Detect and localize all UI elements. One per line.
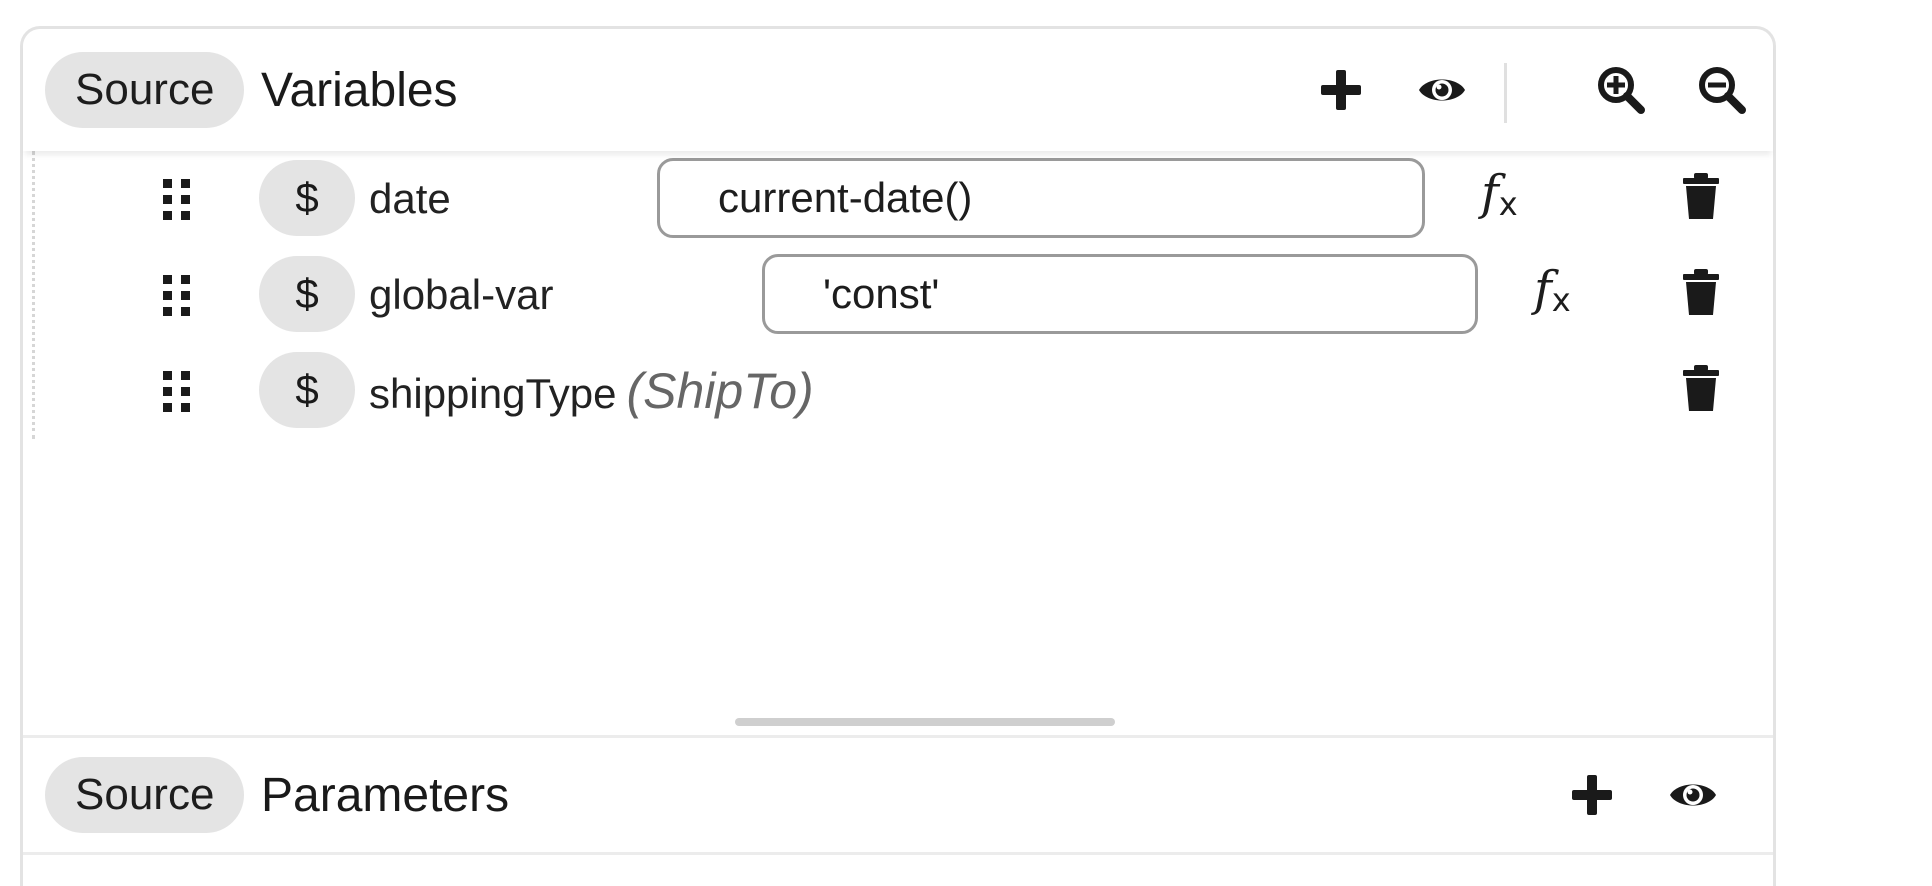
- variable-prefix-button[interactable]: $: [259, 256, 355, 332]
- variable-expression-input[interactable]: [762, 254, 1478, 334]
- plus-icon: [1321, 70, 1361, 110]
- variables-source-button[interactable]: Source: [45, 52, 245, 128]
- variable-type: (ShipTo): [626, 363, 814, 419]
- drag-handle-icon[interactable]: [157, 177, 197, 223]
- fx-icon-subscript: x: [1498, 185, 1518, 223]
- variable-name: global-var: [369, 271, 554, 318]
- function-button[interactable]: fx: [1481, 165, 1518, 223]
- variable-prefix-button[interactable]: $: [259, 160, 355, 236]
- function-button[interactable]: fx: [1534, 261, 1571, 319]
- variable-name: shippingType: [369, 370, 617, 417]
- variables-title: Variables: [261, 63, 458, 117]
- trash-icon[interactable]: [1681, 363, 1721, 413]
- parameters-source-button[interactable]: Source: [45, 757, 245, 833]
- variable-name-with-type: shippingType (ShipTo): [369, 365, 814, 420]
- zoom-out-button[interactable]: [1692, 60, 1752, 120]
- trash-icon[interactable]: [1681, 171, 1721, 221]
- add-variable-button[interactable]: [1311, 60, 1371, 120]
- parameters-header: Source Parameters: [23, 735, 1773, 855]
- parameters-title: Parameters: [261, 768, 510, 822]
- drag-handle-icon[interactable]: [157, 369, 197, 415]
- variable-expression-input[interactable]: [657, 158, 1425, 238]
- eye-icon: [1419, 79, 1465, 101]
- toggle-parameters-visibility-button[interactable]: [1663, 765, 1723, 825]
- variables-list: $ date fx $ global-var fx: [23, 151, 1773, 735]
- fx-icon: f: [1481, 165, 1499, 221]
- zoom-in-icon: [1598, 67, 1645, 114]
- fx-icon: f: [1534, 261, 1552, 317]
- eye-icon: [1670, 784, 1716, 806]
- plus-icon: [1572, 775, 1612, 815]
- header-divider: [1504, 63, 1507, 123]
- trash-icon[interactable]: [1681, 267, 1721, 317]
- variables-panel: Source Variables $ date current-date() f…: [20, 26, 1776, 886]
- variable-row-date: $ date fx: [23, 151, 1773, 247]
- variable-name: date: [369, 175, 451, 222]
- toggle-visibility-button[interactable]: [1412, 60, 1472, 120]
- zoom-in-button[interactable]: [1591, 60, 1651, 120]
- variable-row-shippingtype: $ shippingType (ShipTo): [23, 343, 1773, 439]
- variables-header: Source Variables: [23, 29, 1773, 151]
- variable-prefix-button[interactable]: $: [259, 352, 355, 428]
- variable-row-global-var: $ global-var fx: [23, 247, 1773, 343]
- zoom-out-icon: [1699, 67, 1746, 114]
- drag-handle-icon[interactable]: [157, 273, 197, 319]
- section-resize-handle[interactable]: [735, 718, 1115, 726]
- add-parameter-button[interactable]: [1562, 765, 1622, 825]
- fx-icon-subscript: x: [1551, 281, 1571, 319]
